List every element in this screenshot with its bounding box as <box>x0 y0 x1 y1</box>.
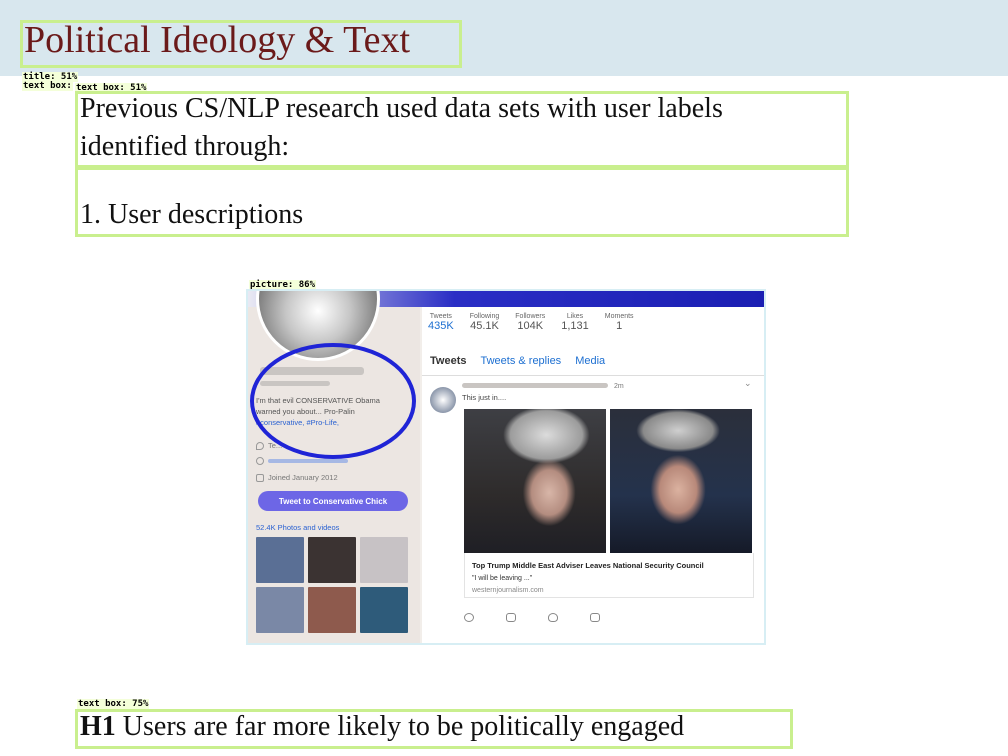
picture-detection-box <box>246 289 766 645</box>
text-box-detection-label: text box: <box>22 81 73 91</box>
slide-title: Political Ideology & Text <box>24 19 411 61</box>
body-line-2: identified through: <box>80 131 290 162</box>
hypothesis-label: H1 <box>80 711 116 742</box>
hypothesis-text: H1 Users are far more likely to be polit… <box>80 708 684 746</box>
hypothesis-body: Users are far more likely to be politica… <box>115 711 685 742</box>
body-line-1: Previous CS/NLP research used data sets … <box>80 93 723 124</box>
list-item-1: 1. User descriptions <box>80 199 304 230</box>
